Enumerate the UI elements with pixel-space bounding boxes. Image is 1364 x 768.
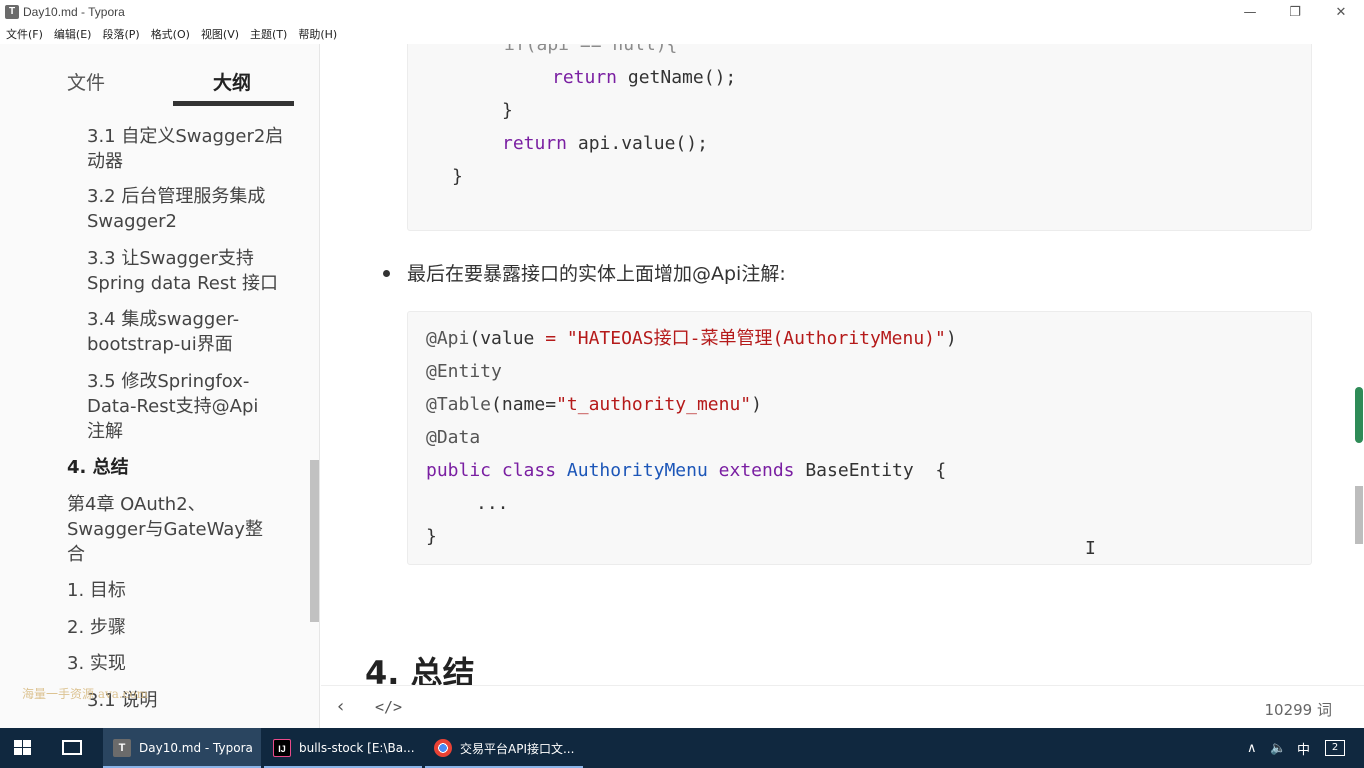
editor-scrollbar-thumb[interactable]	[1355, 486, 1363, 544]
code-line: ...	[476, 493, 509, 514]
sidebar-scrollbar[interactable]	[310, 460, 319, 622]
active-tab-indicator	[173, 101, 294, 106]
code-line: if(api == null){	[504, 44, 678, 55]
bullet-point	[383, 270, 390, 277]
notification-icon[interactable]: 2	[1325, 728, 1345, 768]
taskbar: T Day10.md - Typora IJ bulls-stock [E:\B…	[0, 728, 1364, 768]
taskbar-app-label: 交易平台API接口文...	[460, 741, 575, 756]
code-block[interactable]: @Api(value = "HATEOAS接口-菜单管理(AuthorityMe…	[407, 311, 1312, 565]
code-line: return getName();	[552, 67, 737, 88]
menu-format[interactable]: 格式(O)	[145, 26, 195, 42]
intellij-icon: IJ	[273, 739, 291, 757]
code-line: @Data	[426, 427, 481, 448]
outline-item[interactable]: 3.2 后台管理服务集成Swagger2	[87, 184, 287, 234]
outline-item[interactable]: 3.1 自定义Swagger2启动器	[87, 124, 287, 174]
outline-item[interactable]: 3.3 让Swagger支持Spring data Rest 接口	[87, 246, 287, 296]
notification-count: 2	[1325, 740, 1345, 756]
windows-start-icon[interactable]	[14, 740, 32, 756]
taskbar-app-intellij[interactable]: IJ bulls-stock [E:\Ba...	[263, 728, 423, 768]
outline-item[interactable]: 3.4 集成swagger-bootstrap-ui界面	[87, 307, 287, 357]
task-view-icon[interactable]	[62, 740, 82, 755]
menu-paragraph[interactable]: 段落(P)	[96, 26, 144, 42]
code-line: @Entity	[426, 361, 502, 382]
outline-item[interactable]: 2. 步骤	[67, 615, 282, 640]
maximize-button[interactable]: ❐	[1272, 0, 1318, 24]
list-item-text: 最后在要暴露接口的实体上面增加@Api注解:	[407, 263, 786, 285]
window-title: Day10.md - Typora	[23, 5, 125, 19]
code-line: @Api(value = "HATEOAS接口-菜单管理(AuthorityMe…	[426, 328, 957, 349]
typora-icon: T	[113, 739, 131, 757]
source-mode-icon[interactable]: </>	[375, 698, 402, 716]
typora-app-icon: T	[5, 5, 19, 19]
sidebar: 文件 大纲 3.1 自定义Swagger2启动器 3.2 后台管理服务集成Swa…	[0, 44, 320, 728]
editor-scrollbar-marker[interactable]	[1355, 387, 1363, 443]
code-line: return api.value();	[502, 133, 708, 154]
code-line: }	[452, 166, 463, 187]
menu-bar: 文件(F) 编辑(E) 段落(P) 格式(O) 视图(V) 主题(T) 帮助(H…	[0, 24, 1364, 44]
taskbar-app-typora[interactable]: T Day10.md - Typora	[103, 728, 261, 768]
word-count[interactable]: 10299 词	[1265, 699, 1333, 720]
tab-files[interactable]: 文件	[67, 68, 105, 95]
close-button[interactable]: ✕	[1318, 0, 1364, 24]
collapse-sidebar-icon[interactable]: ‹	[337, 696, 344, 717]
title-bar: T Day10.md - Typora — ❐ ✕	[0, 0, 1364, 24]
menu-edit[interactable]: 编辑(E)	[48, 26, 97, 42]
menu-view[interactable]: 视图(V)	[195, 26, 244, 42]
minimize-button[interactable]: —	[1227, 0, 1273, 24]
ime-indicator[interactable]: 中	[1297, 728, 1310, 768]
taskbar-app-label: bulls-stock [E:\Ba...	[299, 741, 415, 755]
outline-item[interactable]: 1. 目标	[67, 578, 282, 603]
menu-file[interactable]: 文件(F)	[0, 26, 48, 42]
code-line: public class AuthorityMenu extends BaseE…	[426, 460, 947, 481]
status-bar: ‹ </> 10299 词	[321, 685, 1364, 728]
text-cursor-icon: I	[1085, 538, 1096, 559]
outline-item[interactable]: 3.5 修改Springfox-Data-Rest支持@Api注解	[87, 369, 272, 444]
taskbar-app-chrome[interactable]: 交易平台API接口文...	[424, 728, 584, 768]
section-heading: 4. 总结	[365, 654, 475, 685]
outline-item-active[interactable]: 4. 总结	[67, 455, 282, 480]
outline-item[interactable]: 3. 实现	[67, 651, 282, 676]
code-line: }	[426, 526, 437, 547]
tab-outline[interactable]: 大纲	[213, 68, 251, 95]
code-line: @Table(name="t_authority_menu")	[426, 394, 762, 415]
taskbar-app-label: Day10.md - Typora	[139, 741, 253, 755]
menu-theme[interactable]: 主题(T)	[244, 26, 292, 42]
menu-help[interactable]: 帮助(H)	[292, 26, 342, 42]
code-block[interactable]: if(api == null){ return getName(); } ret…	[407, 44, 1312, 231]
chrome-icon	[434, 739, 452, 757]
volume-icon[interactable]: 🔈	[1270, 728, 1286, 768]
watermark: 海量一手资源 ava.com	[22, 687, 149, 701]
editor-pane[interactable]: if(api == null){ return getName(); } ret…	[321, 44, 1364, 685]
tray-chevron-icon[interactable]: ∧	[1247, 728, 1257, 768]
code-line: }	[502, 100, 513, 121]
outline-item[interactable]: 第4章 OAuth2、Swagger与GateWay整合	[67, 492, 277, 567]
